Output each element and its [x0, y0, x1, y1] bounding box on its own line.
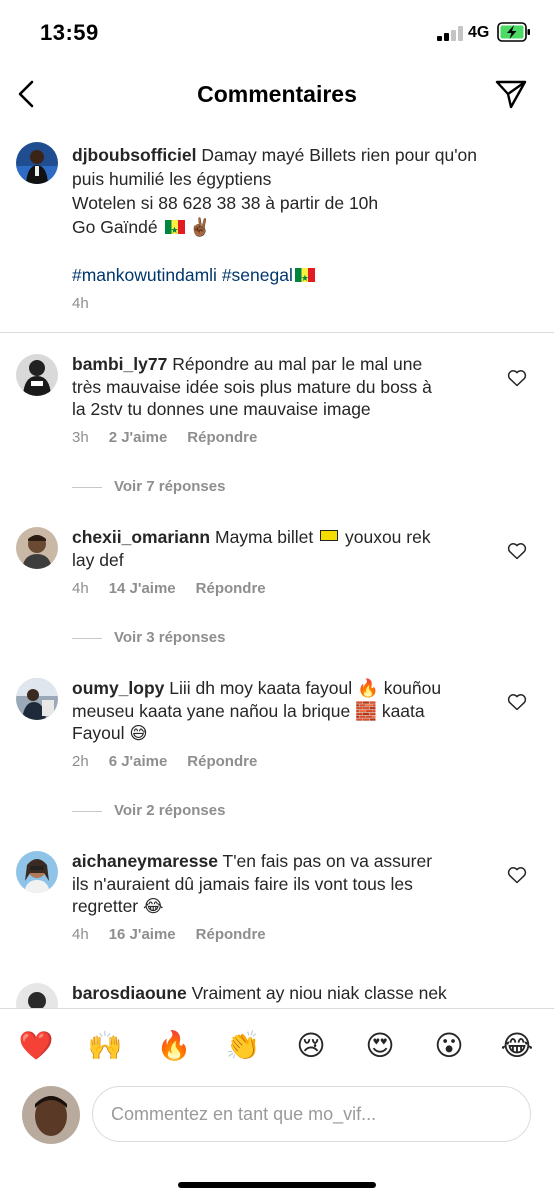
comment-timestamp: 4h: [72, 580, 89, 597]
comment-likes-count[interactable]: 2 J'aime: [109, 429, 168, 446]
comment-meta: 4h 16 J'aime Répondre: [72, 926, 266, 943]
caption-author-avatar[interactable]: [16, 142, 58, 184]
comment-text: youxou rek: [344, 527, 431, 547]
comment-body: aichaneymaresse T'en fais pas on va assu…: [72, 850, 512, 918]
reply-button[interactable]: Répondre: [196, 926, 266, 943]
direct-send-icon[interactable]: [494, 78, 528, 110]
caption: djboubsofficiel Damay mayé Billets rien …: [72, 143, 532, 290]
comment-avatar[interactable]: [16, 851, 58, 893]
victory-hand-emoji: ✌🏾: [189, 217, 212, 237]
caption-text-line4: Go Gaïndé: [72, 217, 158, 237]
current-user-avatar: [22, 1086, 80, 1144]
clapping-hands-reaction[interactable]: 👏: [225, 1029, 261, 1063]
signal-icon: [437, 26, 463, 41]
comment-text: Vraiment ay niou niak classe nek: [191, 983, 447, 1003]
hashtag-link[interactable]: #senegal: [222, 265, 293, 285]
reply-button[interactable]: Répondre: [187, 429, 257, 446]
raising-hands-reaction[interactable]: 🙌: [87, 1029, 123, 1063]
comment-text: meuseu kaata yane nañou la brique: [72, 700, 351, 721]
page-title: Commentaires: [197, 81, 357, 107]
caption-divider: [0, 332, 554, 333]
comment-likes-count[interactable]: 16 J'aime: [109, 926, 176, 943]
status-bar: 13:59 4G: [0, 0, 554, 64]
reply-button[interactable]: Répondre: [187, 753, 257, 770]
fire-emoji: 🔥: [357, 678, 379, 698]
reply-button[interactable]: Répondre: [196, 580, 266, 597]
caption-text-line2: puis humilié les égyptiens: [72, 169, 272, 189]
replies-divider-line: [72, 637, 102, 639]
ticket-emoji: [320, 530, 339, 541]
comment-input[interactable]: [92, 1086, 531, 1142]
view-replies-label: Voir 7 réponses: [114, 478, 226, 495]
comment-body: barosdiaoune Vraiment ay niou niak class…: [72, 982, 512, 1005]
comment-timestamp: 4h: [72, 926, 89, 943]
heart-like-icon[interactable]: [507, 542, 527, 560]
comment-body: chexii_omariann Mayma billet youxou rek …: [72, 526, 512, 571]
quick-reaction-bar: ❤️ 🙌 🔥 👏 😢 😍 😮 😂: [0, 1008, 554, 1086]
comment-avatar[interactable]: [16, 354, 58, 396]
comment-text: ils n'auraient dû jamais faire ils vont …: [72, 873, 413, 894]
comment-text: très mauvaise idée sois plus mature du b…: [72, 376, 432, 397]
header: Commentaires: [0, 64, 554, 124]
view-replies-button[interactable]: Voir 3 réponses: [72, 629, 225, 646]
comment-username[interactable]: oumy_lopy: [72, 678, 164, 698]
comment-username[interactable]: aichaneymaresse: [72, 851, 218, 871]
heart-eyes-reaction[interactable]: 😍: [362, 1029, 398, 1063]
comment-username[interactable]: barosdiaoune: [72, 983, 187, 1003]
battery-charging-icon: [497, 22, 530, 42]
tears-of-joy-reaction[interactable]: 😂: [499, 1029, 535, 1063]
surprised-face-reaction[interactable]: 😮: [431, 1029, 467, 1063]
heart-like-icon[interactable]: [507, 693, 527, 711]
view-replies-label: Voir 3 réponses: [114, 629, 226, 646]
tears-of-joy-emoji: 😂: [143, 896, 164, 916]
home-indicator: [178, 1182, 376, 1188]
crying-face-reaction[interactable]: 😢: [293, 1029, 329, 1063]
comment-text: lay def: [72, 549, 124, 570]
comment-text: regretter: [72, 896, 139, 916]
comment-text: Répondre au mal par le mal une: [172, 354, 423, 374]
comment-composer: [0, 1086, 554, 1200]
view-replies-button[interactable]: Voir 7 réponses: [72, 478, 225, 495]
hashtag-link[interactable]: #mankowutindamli: [72, 265, 217, 285]
comment-meta: 4h 14 J'aime Répondre: [72, 580, 266, 597]
comment-timestamp: 3h: [72, 429, 89, 446]
caption-timestamp: 4h: [72, 295, 89, 312]
comment-username[interactable]: bambi_ly77: [72, 354, 167, 374]
comment-username[interactable]: chexii_omariann: [72, 527, 210, 547]
caption-username[interactable]: djboubsofficiel: [72, 145, 196, 165]
comment-text: kaata: [381, 700, 425, 721]
comment-meta: 2h 6 J'aime Répondre: [72, 753, 257, 770]
comment-text: Liii dh moy kaata fayoul: [169, 678, 353, 698]
status-time: 13:59: [40, 20, 99, 45]
senegal-flag-icon: [294, 266, 315, 290]
replies-divider-line: [72, 810, 102, 812]
comment-text: kouñou: [383, 678, 442, 698]
view-replies-button[interactable]: Voir 2 réponses: [72, 802, 225, 819]
heart-like-icon[interactable]: [507, 866, 527, 884]
comment-text: T'en fais pas on va assurer: [222, 851, 433, 871]
network-type: 4G: [468, 24, 490, 41]
comment-likes-count[interactable]: 6 J'aime: [109, 753, 168, 770]
heart-like-icon[interactable]: [507, 369, 527, 387]
view-replies-label: Voir 2 réponses: [114, 802, 226, 819]
comment-avatar[interactable]: [16, 527, 58, 569]
red-heart-reaction[interactable]: ❤️: [18, 1029, 54, 1063]
caption-text-line3: Wotelen si 88 628 38 38 à partir de 10h: [72, 193, 379, 213]
fire-reaction[interactable]: 🔥: [156, 1029, 192, 1063]
sweat-smile-emoji: 😅: [129, 723, 148, 743]
comment-text: Fayoul: [72, 723, 125, 743]
comment-text: Mayma billet: [215, 527, 314, 547]
caption-text-line1: Damay mayé Billets rien pour qu'on: [201, 145, 478, 165]
comment-avatar[interactable]: [16, 678, 58, 720]
comment-text: la 2stv tu donnes une mauvaise image: [72, 399, 371, 419]
brick-emoji: 🧱: [355, 700, 377, 721]
comment-body: bambi_ly77 Répondre au mal par le mal un…: [72, 353, 512, 421]
comment-body: oumy_lopy Liii dh moy kaata fayoul 🔥 kou…: [72, 677, 512, 745]
comment-likes-count[interactable]: 14 J'aime: [109, 580, 176, 597]
comment-timestamp: 2h: [72, 753, 89, 770]
comment-meta: 3h 2 J'aime Répondre: [72, 429, 257, 446]
senegal-flag-icon: [164, 218, 185, 242]
replies-divider-line: [72, 486, 102, 488]
